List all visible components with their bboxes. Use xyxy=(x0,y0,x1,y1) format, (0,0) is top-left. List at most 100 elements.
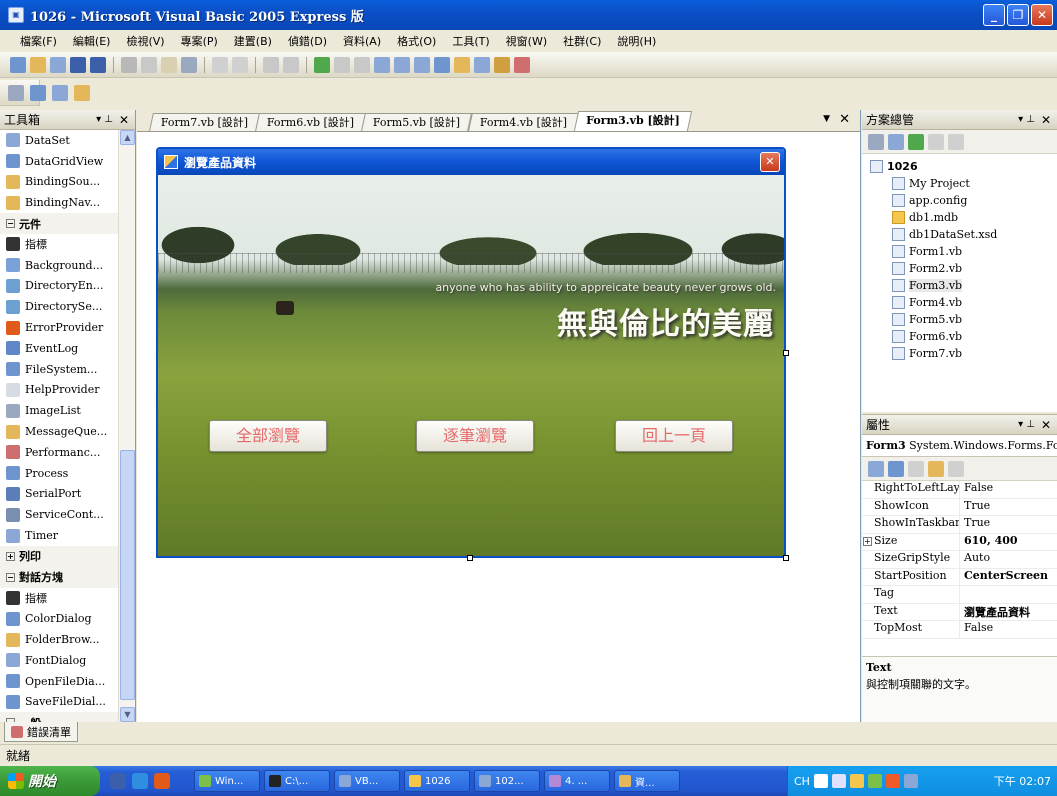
close-icon[interactable]: ✕ xyxy=(119,113,129,127)
toolbox-item[interactable]: SaveFileDial... xyxy=(0,692,135,713)
document-tab[interactable]: Form3.vb [設計] xyxy=(573,111,692,131)
scroll-down-icon[interactable]: ▼ xyxy=(120,707,135,722)
toolbox-group[interactable]: + 列印 xyxy=(0,545,135,567)
expand-icon[interactable]: + xyxy=(6,551,15,561)
toolbox-scrollbar[interactable]: ▲ ▼ xyxy=(118,130,135,722)
toolbox-item[interactable]: ImageList xyxy=(0,400,135,421)
taskbar-button[interactable]: 4. ... xyxy=(544,770,610,792)
document-tab[interactable]: Form4.vb [設計] xyxy=(467,113,579,131)
ime-mode-icon[interactable] xyxy=(813,774,828,788)
property-row[interactable]: SizeGripStyle Auto xyxy=(862,551,1057,569)
tray-app-icon[interactable] xyxy=(849,774,864,788)
property-row[interactable]: Tag xyxy=(862,586,1057,604)
property-value[interactable]: 610, 400 xyxy=(960,534,1057,551)
security-icon[interactable] xyxy=(885,774,900,788)
property-value[interactable]: CenterScreen xyxy=(960,569,1057,586)
toolbox-item[interactable]: ColorDialog xyxy=(0,608,135,629)
start-page-icon[interactable] xyxy=(514,56,530,73)
toolbox-item[interactable]: BindingSou... xyxy=(0,172,135,193)
toolbox-item[interactable]: SerialPort xyxy=(0,484,135,505)
toolbox-item[interactable]: BindingNav... xyxy=(0,192,135,213)
browse-each-button[interactable]: 逐筆瀏覽 xyxy=(416,420,534,452)
property-row[interactable]: ShowInTaskbar True xyxy=(862,516,1057,534)
toolbox-item[interactable]: DirectorySe... xyxy=(0,296,135,317)
scroll-up-icon[interactable]: ▲ xyxy=(120,130,135,145)
undo-icon[interactable] xyxy=(263,56,279,73)
tree-item[interactable]: Form6.vb xyxy=(870,328,1057,345)
copy-icon[interactable] xyxy=(141,56,157,73)
expand-icon[interactable]: + xyxy=(863,536,872,546)
toolbox-item[interactable]: Background... xyxy=(0,255,135,276)
tree-item[interactable]: Form5.vb xyxy=(870,311,1057,328)
toolbox-item[interactable]: ErrorProvider xyxy=(0,317,135,338)
solution-explorer-icon[interactable] xyxy=(434,56,450,73)
property-value[interactable]: Auto xyxy=(960,551,1057,568)
find-icon[interactable] xyxy=(181,56,197,73)
property-row[interactable]: RightToLeftLay False xyxy=(862,481,1057,499)
add-item-icon[interactable] xyxy=(50,56,66,73)
object-browser-icon[interactable] xyxy=(474,56,490,73)
property-row[interactable]: StartPosition CenterScreen xyxy=(862,568,1057,586)
property-value[interactable]: True xyxy=(960,499,1057,516)
taskbar-button[interactable]: Win... xyxy=(194,770,260,792)
toolbox-item[interactable]: ServiceCont... xyxy=(0,504,135,525)
taskbar-button[interactable]: 資... xyxy=(614,770,680,792)
paste-icon[interactable] xyxy=(161,56,177,73)
menu-item[interactable]: 編輯(E) xyxy=(65,31,119,51)
taskbar-button[interactable]: 1026 xyxy=(404,770,470,792)
toolbox-item[interactable]: EventLog xyxy=(0,338,135,359)
property-value[interactable]: 瀏覽產品資料 xyxy=(960,604,1057,621)
property-row[interactable]: ShowIcon True xyxy=(862,498,1057,516)
toolbox-icon[interactable] xyxy=(494,56,510,73)
tree-item[interactable]: Form3.vb xyxy=(870,277,1057,294)
toolbox-item[interactable]: OpenFileDia... xyxy=(0,671,135,692)
taskbar-button[interactable]: C:\... xyxy=(264,770,330,792)
object-selector[interactable]: Form3 System.Windows.Forms.Fon xyxy=(862,435,1057,457)
menu-item[interactable]: 偵錯(D) xyxy=(280,31,335,51)
toolbox-item[interactable]: DirectoryEn... xyxy=(0,276,135,297)
pause-icon[interactable] xyxy=(334,56,350,73)
properties-view-icon[interactable] xyxy=(908,460,924,477)
close-icon[interactable]: ✕ xyxy=(1041,418,1051,432)
document-tab[interactable]: Form6.vb [設計] xyxy=(255,113,367,131)
expand-icon[interactable]: − xyxy=(6,572,15,582)
stop-icon[interactable] xyxy=(354,56,370,73)
refresh-icon[interactable] xyxy=(908,133,924,150)
ie-icon[interactable] xyxy=(132,773,148,789)
redo-icon[interactable] xyxy=(283,56,299,73)
tree-item[interactable]: db1.mdb xyxy=(870,209,1057,226)
media-icon[interactable] xyxy=(154,773,170,789)
ime-width-icon[interactable] xyxy=(831,774,846,788)
tree-item[interactable]: Form2.vb xyxy=(870,260,1057,277)
error-list-tab[interactable]: 錯誤清單 xyxy=(4,722,78,742)
menu-item[interactable]: 社群(C) xyxy=(555,31,609,51)
taskbar-button[interactable]: VB... xyxy=(334,770,400,792)
menu-item[interactable]: 建置(B) xyxy=(226,31,280,51)
menu-item[interactable]: 檢視(V) xyxy=(118,31,172,51)
close-button[interactable]: ✕ xyxy=(1031,4,1053,26)
property-value[interactable]: True xyxy=(960,516,1057,533)
menu-item[interactable]: 工具(T) xyxy=(444,31,497,51)
show-desktop-icon[interactable] xyxy=(110,773,126,789)
browse-all-button[interactable]: 全部瀏覽 xyxy=(209,420,327,452)
document-tab[interactable]: Form5.vb [設計] xyxy=(361,113,473,131)
align-left-icon[interactable] xyxy=(8,85,24,101)
toolbox-group[interactable]: −一般 xyxy=(0,712,135,722)
minimize-button[interactable]: _ xyxy=(983,4,1005,26)
start-button[interactable]: 開始 xyxy=(0,766,100,796)
toolbox-item[interactable]: Process xyxy=(0,463,135,484)
align-center-icon[interactable] xyxy=(30,85,46,101)
resize-handle-right[interactable] xyxy=(783,350,789,356)
cut-icon[interactable] xyxy=(121,56,137,73)
form-close-icon[interactable]: ✕ xyxy=(760,152,780,172)
properties-icon[interactable] xyxy=(454,56,470,73)
tree-item[interactable]: Form7.vb xyxy=(870,345,1057,362)
tree-root[interactable]: 1026 xyxy=(870,158,1057,175)
categorized-icon[interactable] xyxy=(868,460,884,477)
tab-order-icon[interactable] xyxy=(74,85,90,101)
toolbox-item[interactable]: 指標 xyxy=(0,588,135,609)
property-value[interactable] xyxy=(960,586,1057,603)
toolbox-item[interactable]: DataSet xyxy=(0,130,135,151)
start-debug-icon[interactable] xyxy=(314,56,330,73)
save-icon[interactable] xyxy=(70,56,86,73)
